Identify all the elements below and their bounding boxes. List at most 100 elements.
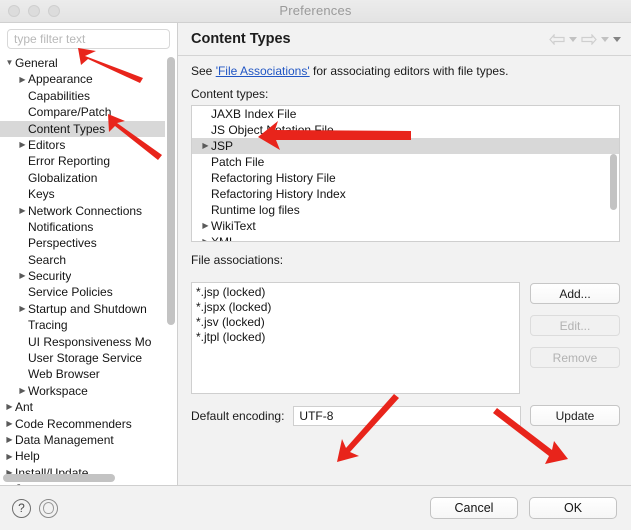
- default-encoding-input[interactable]: [293, 405, 521, 426]
- chevron-right-icon[interactable]: ▶: [17, 206, 28, 215]
- sidebar-item-ant[interactable]: ▶ Ant: [0, 399, 165, 415]
- ok-button[interactable]: OK: [529, 497, 617, 519]
- sidebar-item-workspace[interactable]: ▶ Workspace: [0, 383, 165, 399]
- chevron-right-icon: ▶: [17, 371, 28, 379]
- file-associations-link[interactable]: 'File Associations': [216, 64, 310, 78]
- sidebar-item-label: User Storage Service: [28, 351, 143, 366]
- chevron-down-icon[interactable]: ▼: [4, 59, 15, 67]
- edit-button: Edit...: [530, 315, 620, 336]
- add-button[interactable]: Add...: [530, 283, 620, 304]
- sidebar-item-compare-patch[interactable]: ▶Compare/Patch: [0, 104, 165, 120]
- page-toolbar: [549, 33, 621, 45]
- sidebar-vertical-scrollbar-thumb[interactable]: [167, 57, 175, 325]
- sidebar-item-service-policies[interactable]: ▶Service Policies: [0, 284, 165, 300]
- back-dropdown-icon[interactable]: [569, 36, 577, 42]
- window-titlebar: Preferences: [0, 0, 631, 23]
- chevron-right-icon[interactable]: ▶: [200, 234, 211, 241]
- content-type-row[interactable]: ▶ WikiText: [192, 218, 619, 234]
- sidebar-item-content-types[interactable]: ▶Content Types: [0, 120, 165, 137]
- file-association-row[interactable]: *.jsp (locked): [192, 285, 519, 300]
- chevron-right-icon[interactable]: ▶: [4, 452, 15, 461]
- chevron-right-icon: ▶: [17, 256, 28, 264]
- cancel-button[interactable]: Cancel: [430, 497, 518, 519]
- sidebar-horizontal-scrollbar-thumb[interactable]: [3, 474, 115, 482]
- sidebar-item-label: Notifications: [28, 219, 94, 234]
- file-associations-buttons: Add... Edit... Remove: [530, 282, 620, 368]
- view-menu-icon[interactable]: [613, 36, 621, 42]
- sidebar-item-globalization[interactable]: ▶Globalization: [0, 170, 165, 186]
- remove-button: Remove: [530, 347, 620, 368]
- sidebar-horizontal-scrollbar[interactable]: [3, 474, 163, 482]
- sidebar-item-label: Editors: [28, 137, 66, 152]
- sidebar-item-perspectives[interactable]: ▶Perspectives: [0, 235, 165, 251]
- sidebar-item-user-storage-service[interactable]: ▶User Storage Service: [0, 350, 165, 366]
- file-associations-label: File associations:: [191, 253, 284, 267]
- chevron-right-icon[interactable]: ▶: [4, 436, 15, 444]
- file-association-row[interactable]: *.jtpl (locked): [192, 330, 519, 345]
- sidebar-item-network-connections[interactable]: ▶ Network Connections: [0, 203, 165, 219]
- content-types-scrollbar-thumb[interactable]: [610, 154, 617, 210]
- preferences-window: Preferences ▼General▶Appearance▶Capabili…: [0, 0, 631, 530]
- chevron-right-icon[interactable]: ▶: [17, 305, 28, 313]
- chevron-right-icon[interactable]: ▶: [17, 387, 28, 395]
- sidebar-item-capabilities[interactable]: ▶Capabilities: [0, 88, 165, 104]
- content-type-row[interactable]: ▶Patch File: [192, 154, 619, 170]
- content-type-row[interactable]: ▶JAXB Index File: [192, 106, 619, 122]
- sidebar-item-search[interactable]: ▶Search: [0, 252, 165, 268]
- content-type-label: Refactoring History Index: [211, 187, 346, 201]
- sidebar-tree-container: ▼General▶Appearance▶Capabilities▶Compare…: [0, 53, 177, 485]
- sidebar-item-error-reporting[interactable]: ▶Error Reporting: [0, 153, 165, 169]
- sidebar-item-label: Code Recommenders: [15, 416, 132, 431]
- content-types-scrollbar[interactable]: [610, 154, 617, 237]
- sidebar-item-data-management[interactable]: ▶ Data Management: [0, 432, 165, 448]
- sidebar-item-general[interactable]: ▼ General: [0, 55, 165, 71]
- sidebar-item-help[interactable]: ▶ Help: [0, 448, 165, 464]
- chevron-right-icon: ▶: [17, 108, 28, 116]
- sidebar-item-ui-responsiveness-mo[interactable]: ▶UI Responsiveness Mo: [0, 334, 165, 350]
- content-type-row[interactable]: ▶ XML: [192, 234, 619, 241]
- file-associations-list[interactable]: *.jsp (locked) *.jspx (locked) *.jsv (lock…: [191, 282, 520, 394]
- dialog-content: ▼General▶Appearance▶Capabilities▶Compare…: [0, 23, 631, 485]
- chevron-right-icon[interactable]: ▶: [200, 138, 211, 154]
- footer-buttons: Cancel OK: [430, 497, 617, 519]
- sidebar-item-startup-and-shutdown[interactable]: ▶ Startup and Shutdown: [0, 301, 165, 317]
- chevron-right-icon[interactable]: ▶: [17, 272, 28, 280]
- back-arrow-icon[interactable]: [549, 33, 565, 45]
- content-type-row[interactable]: ▶Runtime log files: [192, 202, 619, 218]
- sidebar-item-tracing[interactable]: ▶Tracing: [0, 317, 165, 333]
- forward-dropdown-icon[interactable]: [601, 36, 609, 42]
- chevron-right-icon: ▶: [17, 92, 28, 100]
- sidebar-item-web-browser[interactable]: ▶Web Browser: [0, 366, 165, 382]
- sidebar-item-notifications[interactable]: ▶Notifications: [0, 219, 165, 235]
- forward-arrow-icon[interactable]: [581, 33, 597, 45]
- content-types-list[interactable]: ▶JAXB Index File▶JS Object Notation File…: [191, 105, 620, 242]
- sidebar-item-editors[interactable]: ▶ Editors: [0, 137, 165, 153]
- sidebar-item-code-recommenders[interactable]: ▶ Code Recommenders: [0, 416, 165, 432]
- chevron-right-icon[interactable]: ▶: [17, 141, 28, 149]
- chevron-right-icon[interactable]: ▶: [4, 403, 15, 411]
- filter-container: [0, 23, 177, 53]
- fingerprint-icon[interactable]: [39, 498, 58, 518]
- content-type-row[interactable]: ▶JS Object Notation File: [192, 122, 619, 138]
- chevron-right-icon: ▶: [17, 321, 28, 329]
- content-type-row[interactable]: ▶ JSP: [192, 138, 619, 154]
- content-type-row[interactable]: ▶Refactoring History Index: [192, 186, 619, 202]
- chevron-right-icon[interactable]: ▶: [4, 419, 15, 428]
- update-button[interactable]: Update: [530, 405, 620, 426]
- sidebar-item-security[interactable]: ▶ Security: [0, 268, 165, 284]
- chevron-right-icon[interactable]: ▶: [17, 75, 28, 84]
- file-associations-block: *.jsp (locked) *.jspx (locked) *.jsv (lock…: [191, 282, 620, 394]
- sidebar-item-appearance[interactable]: ▶ Appearance: [0, 71, 165, 87]
- search-input[interactable]: [7, 29, 170, 49]
- chevron-right-icon[interactable]: ▶: [200, 218, 211, 234]
- sidebar-vertical-scrollbar[interactable]: [167, 57, 175, 465]
- content-types-rows: ▶JAXB Index File▶JS Object Notation File…: [192, 106, 619, 241]
- sidebar-item-keys[interactable]: ▶Keys: [0, 186, 165, 202]
- sidebar-tree[interactable]: ▼General▶Appearance▶Capabilities▶Compare…: [0, 54, 165, 485]
- file-association-row[interactable]: *.jspx (locked): [192, 300, 519, 315]
- chevron-right-icon: ▶: [17, 289, 28, 297]
- question-mark-icon[interactable]: ?: [12, 498, 31, 518]
- page-header: Content Types: [178, 23, 631, 55]
- file-association-row[interactable]: *.jsv (locked): [192, 315, 519, 330]
- content-type-row[interactable]: ▶Refactoring History File: [192, 170, 619, 186]
